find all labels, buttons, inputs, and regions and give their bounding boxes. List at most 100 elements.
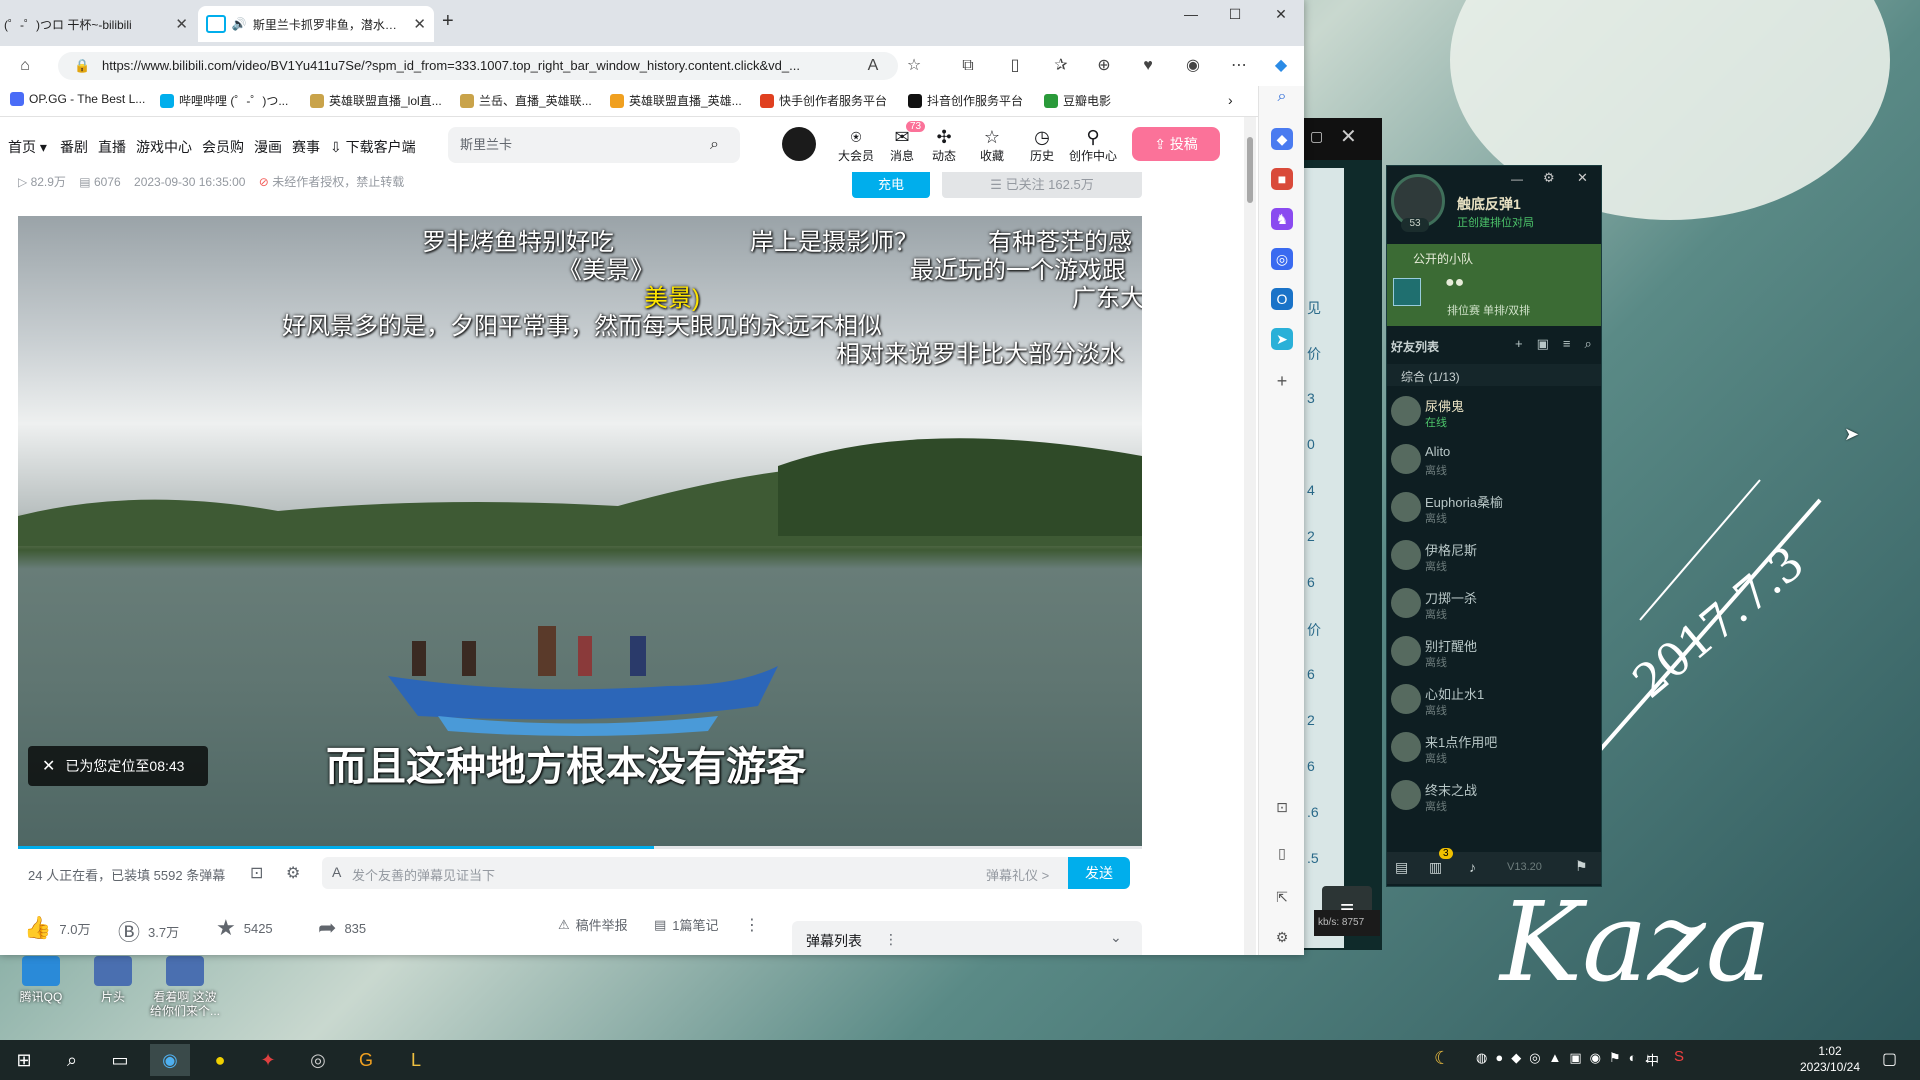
team-panel[interactable]: 公开的小队 ●● 排位赛 单排/双排 <box>1387 244 1601 326</box>
qq-icon[interactable]: ● <box>200 1044 240 1076</box>
performance-icon[interactable]: ♥ <box>1137 55 1159 77</box>
follow-button[interactable]: ☰ 已关注 162.5万 <box>942 172 1142 198</box>
bookmark[interactable]: 豆瓣电影 <box>1044 92 1111 109</box>
read-aloud-icon[interactable]: A <box>862 55 884 77</box>
bookmark[interactable]: 抖音创作服务平台 <box>908 92 1023 109</box>
minimize-icon[interactable]: — <box>1511 172 1523 186</box>
tab-bilibili-home[interactable]: (゜-゜)つロ 干杯~-bilibili ✕ <box>0 6 196 42</box>
list-item[interactable]: 心如止水1 离线 <box>1387 676 1601 724</box>
nav-comics[interactable]: 漫画 <box>254 137 282 157</box>
friend-group-header[interactable]: 综合 (1/13) <box>1387 364 1601 386</box>
new-tab-button[interactable]: + <box>442 10 454 33</box>
danmaku-list-header[interactable]: 弹幕列表 ⋮ ⌄ <box>792 921 1142 955</box>
more-icon[interactable]: ⋮ <box>884 931 898 948</box>
game-icon[interactable]: G <box>346 1044 386 1076</box>
office-icon[interactable]: ◎ <box>1271 248 1293 270</box>
list-item[interactable]: 尿佛鬼 在线 <box>1387 388 1601 436</box>
maximize-icon[interactable]: ☐ <box>1212 6 1258 28</box>
search-icon[interactable]: ⌕ <box>52 1044 92 1076</box>
profile-icon[interactable]: ◉ <box>1182 55 1204 77</box>
sidebar-toggle-icon[interactable]: ▯ <box>1271 842 1293 864</box>
share-button[interactable]: ➦ 835 <box>318 915 366 941</box>
moon-icon[interactable]: ☾ <box>1434 1048 1450 1069</box>
danmaku-etiquette-link[interactable]: 弹幕礼仪 > <box>986 865 1049 884</box>
chat-icon[interactable]: ▤ <box>1395 859 1408 876</box>
maximize-icon[interactable]: ▢ <box>1310 128 1323 145</box>
nav-live[interactable]: 直播 <box>98 137 126 157</box>
danmaku-input[interactable]: A 发个友善的弹幕见证当下 弹幕礼仪 > <box>322 857 1076 889</box>
address-bar[interactable]: 🔒 https://www.bilibili.com/video/BV1Yu41… <box>58 52 898 80</box>
search-icon[interactable]: ⌕ <box>1271 86 1293 108</box>
notification-icon[interactable]: ▢ <box>1882 1049 1897 1069</box>
upload-button[interactable]: ⇪ 投稿 <box>1132 127 1220 161</box>
notes-button[interactable]: ▤ 1篇笔记 <box>654 915 719 934</box>
scrollbar-thumb[interactable] <box>1247 137 1253 203</box>
chevron-down-icon[interactable]: ⌄ <box>1110 929 1122 946</box>
more-icon[interactable]: ⋯ <box>1228 55 1250 77</box>
charge-button[interactable]: 充电 <box>852 172 930 198</box>
friend-toolbar-icons[interactable]: +▣≡⌕ <box>1515 336 1606 352</box>
send-icon[interactable]: ➤ <box>1271 328 1293 350</box>
split-screen-icon[interactable]: ▯ <box>1004 55 1026 77</box>
toolbox-icon[interactable]: ■ <box>1271 168 1293 190</box>
video-player[interactable]: 罗非烤鱼特别好吃 岸上是摄影师？ 有种苍茫的感 《美景》 最近玩的一个游戏跟 美… <box>18 216 1142 846</box>
shopping-icon[interactable]: ◆ <box>1271 128 1293 150</box>
danmaku-settings-icon[interactable]: ⚙ <box>286 863 300 883</box>
list-item[interactable]: 终末之战 离线 <box>1387 772 1601 820</box>
text-style-icon[interactable]: A <box>332 864 341 880</box>
edge-icon[interactable]: ◉ <box>150 1044 190 1076</box>
games-icon[interactable]: ♞ <box>1271 208 1293 230</box>
desktop-icon-qq[interactable]: 腾讯QQ <box>6 956 76 1004</box>
bookmark[interactable]: 英雄联盟直播_英雄... <box>610 92 742 109</box>
danmaku-toggle-icon[interactable]: ⊡ <box>250 863 263 883</box>
bookmark[interactable]: 兰岳、直播_英雄联... <box>460 92 592 109</box>
input-method-icon[interactable]: S <box>1674 1048 1684 1065</box>
nav-download[interactable]: ⇩ 下载客户端 <box>330 137 416 157</box>
start-icon[interactable]: ⊞ <box>4 1044 44 1076</box>
header-messages[interactable]: ✉ 消息 73 <box>880 121 926 164</box>
bookmark[interactable]: 英雄联盟直播_lol直... <box>310 92 442 109</box>
league-client-window[interactable]: ▢ ✕ ≡ kb/s: 8757 见价30426价626.6.5 <box>1304 118 1382 950</box>
bookmark[interactable]: OP.GG - The Best L... <box>10 92 145 106</box>
task-view-icon[interactable]: ▭ <box>100 1044 140 1076</box>
collections-icon[interactable]: ⊕ <box>1093 55 1115 77</box>
outlook-icon[interactable]: O <box>1271 288 1293 310</box>
nav-events[interactable]: 赛事 <box>292 137 320 157</box>
list-item[interactable]: Euphoria桑榆 离线 <box>1387 484 1601 532</box>
clock[interactable]: 1:02 2023/10/24 <box>1780 1043 1880 1075</box>
tray-icons[interactable]: ◍●◆◎▲▣◉⚑◐♪ <box>1476 1050 1659 1066</box>
list-item[interactable]: Alito 离线 <box>1387 436 1601 484</box>
close-icon[interactable]: ✕ <box>1340 124 1357 149</box>
close-tab-icon[interactable]: ✕ <box>405 15 434 33</box>
notes-icon[interactable]: ▥ <box>1429 859 1442 876</box>
header-dynamic[interactable]: ✣ 动态 <box>922 127 966 164</box>
close-icon[interactable]: ✕ <box>1577 170 1588 186</box>
open-external-icon[interactable]: ⇱ <box>1271 886 1293 908</box>
tab-video[interactable]: 🔊 斯里兰卡抓罗非鱼，潜水摸... ✕ <box>198 6 434 42</box>
add-icon[interactable]: + <box>1271 370 1293 392</box>
close-icon[interactable]: ✕ <box>1258 6 1304 28</box>
league-icon[interactable]: L <box>396 1044 436 1076</box>
favorites-icon[interactable]: ✰ <box>1050 55 1072 77</box>
coin-button[interactable]: Ⓑ 3.7万 <box>118 915 179 947</box>
header-creator[interactable]: ⚲ 创作中心 <box>1068 127 1118 164</box>
list-item[interactable]: 刀掷一杀 离线 <box>1387 580 1601 628</box>
close-icon[interactable]: ✕ <box>28 758 65 775</box>
chevron-right-icon[interactable]: › <box>1228 92 1233 108</box>
search-input[interactable]: 斯里兰卡 ⌕ <box>448 127 740 163</box>
favorite-button[interactable]: ★ 5425 <box>216 915 273 941</box>
settings-icon[interactable]: ⚙ <box>1543 170 1555 186</box>
favorite-star-icon[interactable]: ☆ <box>903 55 925 77</box>
close-tab-icon[interactable]: ✕ <box>167 15 196 33</box>
home-icon[interactable]: ⌂ <box>14 55 36 77</box>
header-favorites[interactable]: ☆ 收藏 <box>970 127 1014 164</box>
avatar[interactable] <box>782 127 816 161</box>
obs-icon[interactable]: ◎ <box>298 1044 338 1076</box>
like-button[interactable]: 👍 7.0万 <box>24 915 90 941</box>
copilot-icon[interactable]: ◆ <box>1270 55 1292 77</box>
report-button[interactable]: ⚠ 稿件举报 <box>558 915 628 934</box>
app-icon[interactable]: ✦ <box>248 1044 288 1076</box>
microphone-icon[interactable]: ♪ <box>1469 859 1476 875</box>
ime-indicator[interactable]: 中 <box>1646 1050 1659 1069</box>
nav-game-center[interactable]: 游戏中心 <box>136 137 192 157</box>
